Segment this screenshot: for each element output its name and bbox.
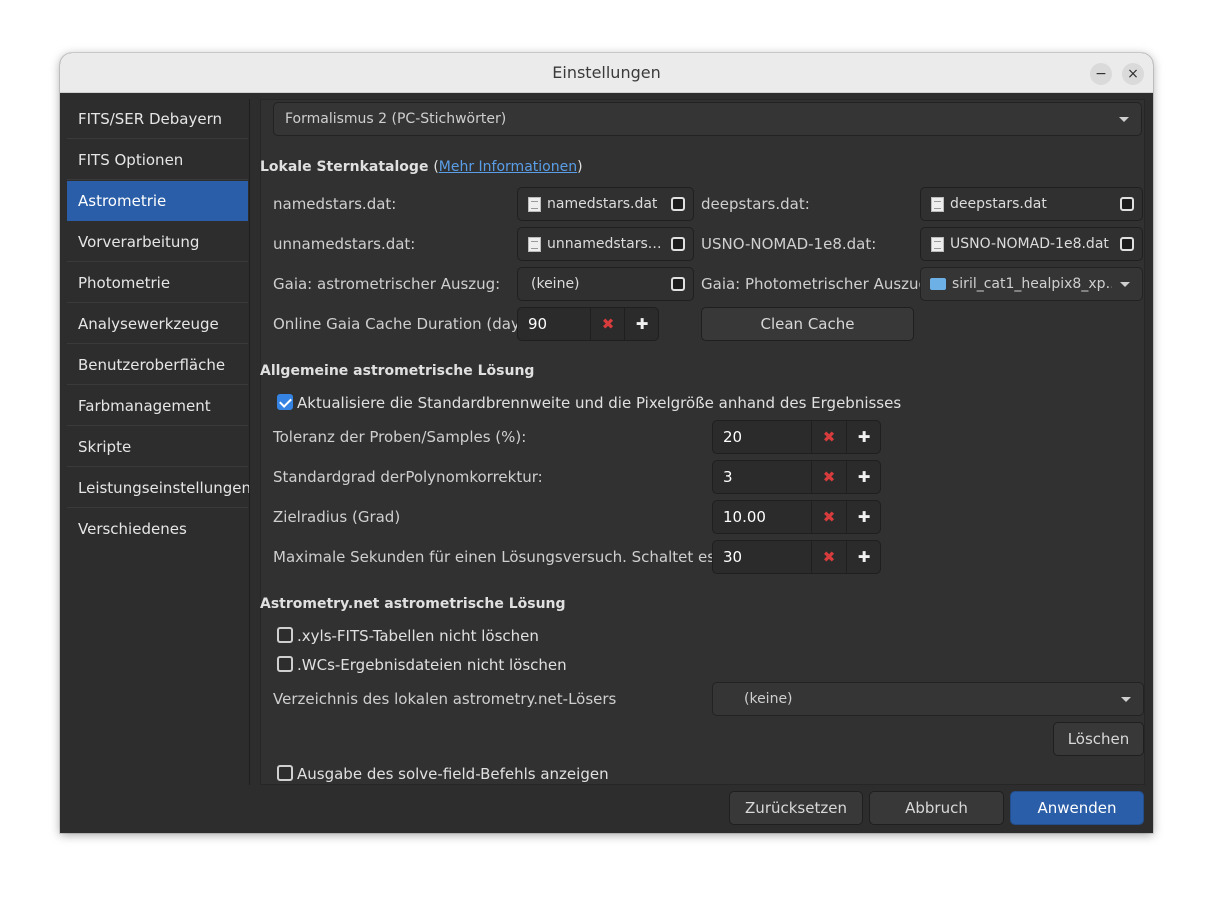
decrement-icon[interactable]: ✖ xyxy=(811,541,846,573)
reset-button[interactable]: Zurücksetzen xyxy=(729,791,863,825)
sidebar-item-leistungseinstellungen[interactable]: Leistungseinstellungen xyxy=(67,468,251,508)
folder-icon xyxy=(930,278,946,290)
show-solve-field-output-checkbox[interactable] xyxy=(277,765,293,781)
target-radius-label: Zielradius (Grad) xyxy=(273,508,401,526)
gaia-cache-spinner[interactable]: 90 ✖ ✚ xyxy=(517,307,659,341)
update-focal-label[interactable]: Aktualisiere die Standardbrennweite und … xyxy=(297,394,901,412)
show-solve-field-output-label[interactable]: Ausgabe des solve-field-Befehls anzeigen xyxy=(297,765,609,783)
sidebar-item-skripte[interactable]: Skripte xyxy=(67,427,248,467)
polynomial-degree-label: Standardgrad derPolynomkorrektur: xyxy=(273,468,543,486)
decrement-icon[interactable]: ✖ xyxy=(811,461,846,493)
preferences-window: Einstellungen − × FITS/SER Debayern FITS… xyxy=(60,53,1153,833)
namedstars-file-chooser[interactable]: namedstars.dat xyxy=(517,187,694,221)
usno-label: USNO-NOMAD-1e8.dat: xyxy=(701,235,877,253)
gaia-photometric-label: Gaia: Photometrischer Auszug: xyxy=(701,275,934,293)
apply-button[interactable]: Anwenden xyxy=(1010,791,1144,825)
sidebar-item-photometrie[interactable]: Photometrie xyxy=(67,263,248,303)
keep-xyls-checkbox[interactable] xyxy=(277,627,293,643)
sidebar-item-farbmanagement[interactable]: Farbmanagement xyxy=(67,386,248,426)
sidebar-item-astrometrie[interactable]: Astrometrie xyxy=(67,181,248,221)
keep-xyls-label[interactable]: .xyls-FITS-Tabellen nicht löschen xyxy=(297,627,539,645)
polynomial-degree-spinner[interactable]: 3 ✖ ✚ xyxy=(712,460,881,494)
clear-file-icon[interactable] xyxy=(1120,237,1134,251)
sidebar-item-analysewerkzeuge[interactable]: Analysewerkzeuge xyxy=(67,304,248,344)
decrement-icon[interactable]: ✖ xyxy=(811,421,846,453)
clear-file-icon[interactable] xyxy=(1120,197,1134,211)
sidebar-item-fits-ser-debayern[interactable]: FITS/SER Debayern xyxy=(67,99,248,139)
document-icon xyxy=(528,237,541,252)
tolerance-spinner[interactable]: 20 ✖ ✚ xyxy=(712,420,881,454)
sidebar-item-fits-optionen[interactable]: FITS Optionen xyxy=(67,140,248,180)
unnamedstars-file-chooser[interactable]: unnamedstars.… xyxy=(517,227,694,261)
astrometry-net-section-title: Astrometry.net astrometrische Lösung xyxy=(260,596,566,612)
gaia-cache-label: Online Gaia Cache Duration (days): xyxy=(273,315,539,333)
max-seconds-spinner[interactable]: 30 ✖ ✚ xyxy=(712,540,881,574)
tolerance-label: Toleranz der Proben/Samples (%): xyxy=(273,428,527,446)
gaia-astrometric-file-chooser[interactable]: (keine) xyxy=(517,267,694,301)
update-focal-checkbox[interactable] xyxy=(277,394,293,410)
sidebar: FITS/SER Debayern FITS Optionen Astromet… xyxy=(60,93,251,833)
increment-icon[interactable]: ✚ xyxy=(846,541,881,573)
sidebar-item-benutzeroberflaeche[interactable]: Benutzeroberfläche xyxy=(67,345,248,385)
max-seconds-label: Maximale Sekunden für einen Lösungsversu… xyxy=(273,548,739,566)
titlebar: Einstellungen − × xyxy=(60,53,1153,93)
document-icon xyxy=(931,237,944,252)
sidebar-separator xyxy=(249,99,250,785)
keep-wcs-label[interactable]: .WCs-Ergebnisdateien nicht löschen xyxy=(297,656,567,674)
deepstars-label: deepstars.dat: xyxy=(701,195,810,213)
formalism-select-value: Formalismus 2 (PC-Stichwörter) xyxy=(285,111,507,127)
clear-file-icon[interactable] xyxy=(671,277,685,291)
minimize-button[interactable]: − xyxy=(1090,63,1112,85)
gaia-photometric-select[interactable]: siril_cat1_healpix8_xp… xyxy=(920,267,1143,301)
clear-file-icon[interactable] xyxy=(671,237,685,251)
delete-button[interactable]: Löschen xyxy=(1053,722,1144,756)
catalogs-section-title: Lokale Sternkataloge (Mehr Informationen… xyxy=(260,159,583,175)
increment-icon[interactable]: ✚ xyxy=(846,421,881,453)
target-radius-spinner[interactable]: 10.00 ✖ ✚ xyxy=(712,500,881,534)
decrement-icon[interactable]: ✖ xyxy=(811,501,846,533)
unnamedstars-label: unnamedstars.dat: xyxy=(273,235,416,253)
chevron-down-icon xyxy=(1119,117,1129,122)
local-solver-dir-select[interactable]: (keine) xyxy=(712,682,1144,716)
decrement-icon[interactable]: ✖ xyxy=(590,308,625,340)
keep-wcs-checkbox[interactable] xyxy=(277,656,293,672)
namedstars-label: namedstars.dat: xyxy=(273,195,397,213)
cancel-button[interactable]: Abbruch xyxy=(869,791,1004,825)
document-icon xyxy=(931,197,944,212)
usno-file-chooser[interactable]: USNO-NOMAD-1e8.dat xyxy=(920,227,1143,261)
increment-icon[interactable]: ✚ xyxy=(846,461,881,493)
general-section-title: Allgemeine astrometrische Lösung xyxy=(260,363,535,379)
close-button[interactable]: × xyxy=(1122,63,1144,85)
chevron-down-icon xyxy=(1121,697,1131,702)
increment-icon[interactable]: ✚ xyxy=(846,501,881,533)
local-solver-dir-label: Verzeichnis des lokalen astrometry.net-L… xyxy=(273,690,617,708)
clean-cache-button[interactable]: Clean Cache xyxy=(701,307,914,341)
sidebar-item-vorverarbeitung[interactable]: Vorverarbeitung xyxy=(67,222,248,262)
gaia-cache-value[interactable]: 90 xyxy=(528,308,547,340)
increment-icon[interactable]: ✚ xyxy=(624,308,659,340)
sidebar-item-verschiedenes[interactable]: Verschiedenes xyxy=(67,509,248,549)
document-icon xyxy=(528,197,541,212)
deepstars-file-chooser[interactable]: deepstars.dat xyxy=(920,187,1143,221)
clear-file-icon[interactable] xyxy=(671,197,685,211)
more-info-link[interactable]: Mehr Informationen xyxy=(439,159,577,175)
chevron-down-icon xyxy=(1120,282,1130,287)
formalism-select[interactable]: Formalismus 2 (PC-Stichwörter) xyxy=(273,102,1142,136)
window-title: Einstellungen xyxy=(552,63,661,82)
gaia-astrometric-label: Gaia: astrometrischer Auszug: xyxy=(273,275,501,293)
